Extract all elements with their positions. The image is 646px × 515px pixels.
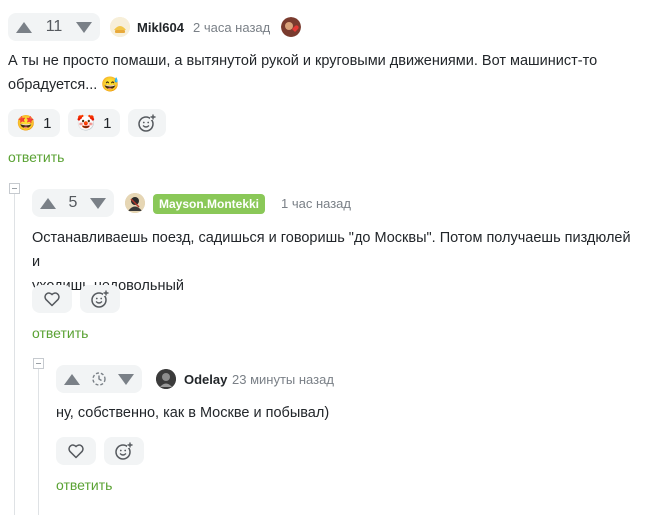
add-reaction-button[interactable] — [128, 109, 166, 137]
emoji-plus-icon — [138, 114, 156, 132]
downvote-icon[interactable] — [118, 373, 134, 385]
reply-link[interactable]: ответить — [56, 477, 112, 493]
like-button[interactable] — [56, 437, 96, 465]
heart-icon — [68, 444, 84, 459]
downvote-icon[interactable] — [75, 21, 92, 33]
add-reaction-button[interactable] — [104, 437, 144, 465]
reaction-button[interactable]: 🤩 1 — [8, 109, 60, 137]
upvote-icon[interactable] — [40, 197, 56, 209]
collapse-thread-toggle[interactable] — [33, 358, 44, 369]
timestamp[interactable]: 23 минуты назад — [232, 372, 334, 387]
vote-control: 11 — [8, 13, 100, 41]
collapse-thread-toggle[interactable] — [9, 183, 20, 194]
comment-text: Останавливаешь поезд, садишься и говориш… — [32, 226, 638, 298]
comment-text-line: ну, собственно, как в Москве и побывал) — [56, 405, 330, 421]
downvote-icon[interactable] — [90, 197, 106, 209]
heart-icon — [44, 292, 60, 307]
vote-count: 11 — [45, 18, 63, 35]
avatar[interactable] — [110, 17, 130, 37]
reply-link[interactable]: ответить — [8, 149, 64, 165]
reaction-button[interactable]: 🤡 1 — [68, 109, 120, 137]
timestamp[interactable]: 1 час назад — [281, 196, 351, 211]
thread-line — [38, 369, 39, 515]
comment-text-line: А ты не просто помаши, а вытянутой рукой… — [8, 53, 598, 69]
username[interactable]: Mikl604 — [137, 20, 184, 35]
vote-count: 5 — [68, 194, 78, 211]
vote-control — [56, 365, 142, 393]
reply-link[interactable]: ответить — [32, 325, 88, 341]
add-reaction-button[interactable] — [80, 285, 120, 313]
community-avatar[interactable] — [281, 17, 301, 37]
vote-control: 5 — [32, 189, 114, 217]
comment-text-line: Останавливаешь поезд, садишься и говориш… — [32, 230, 631, 270]
emoji-plus-icon — [91, 290, 109, 308]
reaction-emoji: 🤡 — [76, 115, 96, 132]
upvote-icon[interactable] — [16, 21, 32, 33]
comment-text-line: уходишь недовольный — [32, 278, 184, 294]
reaction-emoji: 🤩 — [16, 115, 36, 132]
emoji-plus-icon — [115, 442, 133, 460]
reaction-count: 1 — [103, 114, 112, 132]
upvote-icon[interactable] — [64, 373, 80, 385]
timestamp[interactable]: 2 часа назад — [193, 20, 270, 35]
reaction-count: 1 — [43, 114, 52, 132]
avatar[interactable] — [125, 193, 145, 213]
comment-text: А ты не просто помаши, а вытянутой рукой… — [8, 49, 638, 97]
thread-line — [14, 194, 15, 515]
username[interactable]: Mayson.Montekki — [153, 194, 266, 214]
clock-icon — [92, 372, 106, 386]
like-button[interactable] — [32, 285, 72, 313]
comment-text-line: обрадуется... 😅 — [8, 77, 120, 93]
comment-text: ну, собственно, как в Москве и побывал) — [56, 401, 638, 425]
username[interactable]: Odelay — [184, 372, 227, 387]
avatar[interactable] — [156, 369, 176, 389]
